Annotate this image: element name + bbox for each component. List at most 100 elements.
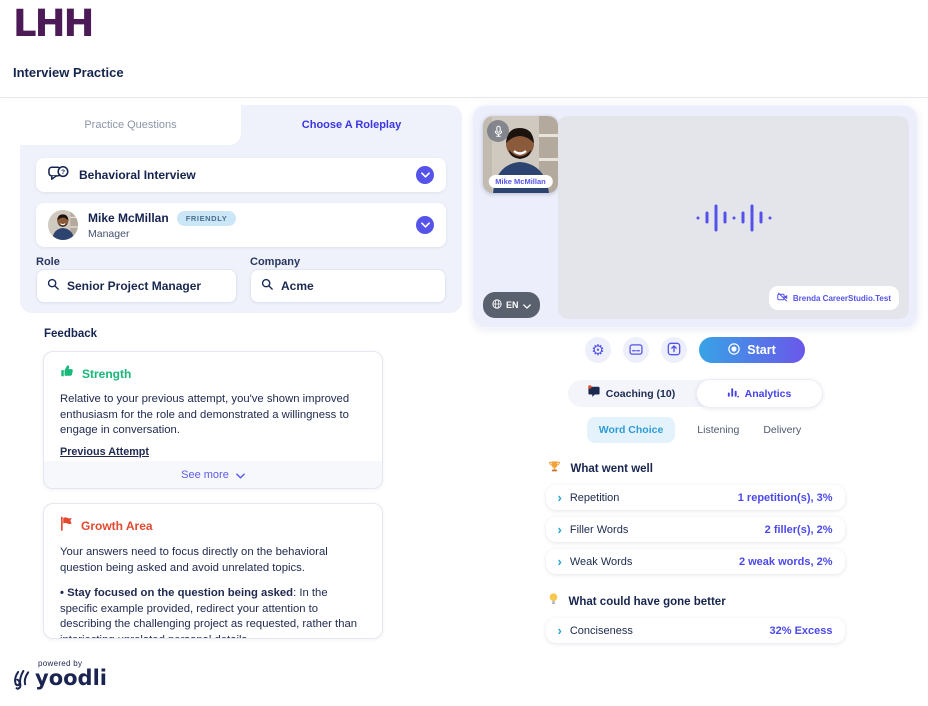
gone-better-heading: What could have gone better xyxy=(569,596,726,608)
bot-name-label: Brenda CareerStudio.Test xyxy=(793,294,891,303)
metric-row-conciseness[interactable]: › Conciseness 32% Excess xyxy=(546,618,845,643)
see-more-label: See more xyxy=(181,469,229,481)
yoodli-mark-icon xyxy=(12,668,31,696)
persona-selector[interactable]: Mike McMillan FRIENDLY Manager xyxy=(36,203,446,247)
metric-row-filler-words[interactable]: › Filler Words 2 filler(s), 2% xyxy=(546,517,845,542)
chat-bubbles-icon: ? xyxy=(48,165,69,186)
metric-label: Repetition xyxy=(570,492,620,504)
company-field-label: Company xyxy=(250,256,300,268)
metric-label: Filler Words xyxy=(570,524,628,536)
mic-icon[interactable] xyxy=(487,120,509,142)
see-more-button[interactable]: See more xyxy=(44,461,382,488)
growth-bullet: • Stay focused on the question being ask… xyxy=(60,586,366,639)
video-card: Mike McMillan Brenda CareerStudio.Test xyxy=(472,105,918,328)
flag-icon xyxy=(60,516,73,536)
role-input-wrap xyxy=(36,269,237,303)
camera-off-icon xyxy=(777,289,788,307)
globe-icon xyxy=(492,296,502,314)
subtab-word-choice[interactable]: Word Choice xyxy=(587,417,676,443)
analytics-bars-icon xyxy=(727,385,739,403)
metric-row-repetition[interactable]: › Repetition 1 repetition(s), 3% xyxy=(546,485,845,510)
lhh-logo: LHH xyxy=(13,2,93,45)
search-icon xyxy=(261,277,273,295)
strength-card: Strength Relative to your previous attem… xyxy=(43,351,383,489)
notification-dot xyxy=(588,385,591,388)
persona-info: Mike McMillan FRIENDLY Manager xyxy=(88,211,236,240)
chevron-right-icon: › xyxy=(558,624,562,637)
metric-value: 32% Excess xyxy=(770,625,833,637)
chevron-down-icon[interactable] xyxy=(416,166,434,184)
persona-role: Manager xyxy=(88,228,236,240)
coaching-chat-icon xyxy=(588,385,600,403)
record-icon xyxy=(728,343,740,358)
company-input[interactable] xyxy=(281,279,435,293)
chevron-down-icon xyxy=(523,296,531,314)
scenario-selector[interactable]: ? Behavioral Interview xyxy=(36,158,446,192)
feedback-heading: Feedback xyxy=(44,328,97,340)
gone-better-section: What could have gone better › Concisenes… xyxy=(546,592,845,643)
metric-value: 2 weak words, 2% xyxy=(739,556,833,568)
yoodli-wordmark: yoodli xyxy=(35,668,107,689)
strength-body: Relative to your previous attempt, you'v… xyxy=(60,392,366,439)
role-input[interactable] xyxy=(67,279,226,293)
captions-button[interactable] xyxy=(623,337,649,363)
participant-name-pill: Mike McMillan xyxy=(488,175,552,188)
chevron-down-icon xyxy=(236,466,245,484)
captions-icon xyxy=(629,343,643,358)
metric-label: Weak Words xyxy=(570,556,633,568)
strength-title: Strength xyxy=(82,367,131,381)
went-well-section: What went well › Repetition 1 repetition… xyxy=(546,460,845,574)
metric-row-weak-words[interactable]: › Weak Words 2 weak words, 2% xyxy=(546,549,845,574)
chevron-right-icon: › xyxy=(558,491,562,504)
metric-label: Conciseness xyxy=(570,625,633,637)
results-tabbar: Coaching (10) Analytics xyxy=(568,380,823,407)
waveform-icon xyxy=(696,204,771,231)
start-label: Start xyxy=(747,343,775,357)
tab-coaching[interactable]: Coaching (10) xyxy=(568,380,696,407)
share-button[interactable] xyxy=(661,337,687,363)
share-icon xyxy=(667,342,681,359)
growth-title: Growth Area xyxy=(81,519,153,533)
previous-attempt-link[interactable]: Previous Attempt xyxy=(60,446,149,458)
friendly-badge: FRIENDLY xyxy=(177,211,237,226)
chevron-right-icon: › xyxy=(558,523,562,536)
subtab-delivery[interactable]: Delivery xyxy=(761,417,803,443)
analytics-subtabs: Word Choice Listening Delivery xyxy=(472,417,918,443)
lightbulb-icon xyxy=(548,592,559,611)
svg-text:?: ? xyxy=(61,168,65,175)
video-stage: Brenda CareerStudio.Test xyxy=(558,116,909,319)
session-controls-column: ⚙ xyxy=(472,337,918,643)
roleplay-setup-panel: Practice Questions Choose A Roleplay ? B… xyxy=(20,105,462,313)
metric-value: 2 filler(s), 2% xyxy=(765,524,833,536)
coaching-tab-label: Coaching (10) xyxy=(606,388,675,400)
start-button[interactable]: Start xyxy=(699,337,805,363)
metric-value: 1 repetition(s), 3% xyxy=(738,492,833,504)
company-input-wrap xyxy=(250,269,446,303)
powered-by-yoodli: powered by yoodli xyxy=(12,659,107,696)
thumbs-up-icon xyxy=(60,364,74,383)
webcam-thumbnail: Mike McMillan xyxy=(483,116,558,193)
growth-area-card: Growth Area Your answers need to focus d… xyxy=(43,503,383,639)
language-selector[interactable]: EN xyxy=(483,292,540,318)
analytics-tab-label: Analytics xyxy=(745,388,792,400)
controls-row: ⚙ xyxy=(472,337,918,363)
growth-body: Your answers need to focus directly on t… xyxy=(60,545,366,576)
tab-practice-questions[interactable]: Practice Questions xyxy=(20,105,241,145)
gear-icon: ⚙ xyxy=(591,343,604,358)
tab-analytics[interactable]: Analytics xyxy=(696,379,823,408)
trophy-icon xyxy=(548,460,561,478)
setup-tabbar: Practice Questions Choose A Roleplay xyxy=(20,105,462,145)
settings-button[interactable]: ⚙ xyxy=(585,337,611,363)
bot-name-pill: Brenda CareerStudio.Test xyxy=(769,286,899,310)
avatar xyxy=(48,210,78,240)
persona-name: Mike McMillan xyxy=(88,211,169,225)
chevron-down-icon[interactable] xyxy=(416,216,434,234)
chevron-right-icon: › xyxy=(558,555,562,568)
tab-choose-a-roleplay[interactable]: Choose A Roleplay xyxy=(241,105,462,145)
scenario-label: Behavioral Interview xyxy=(79,168,196,182)
subtab-listening[interactable]: Listening xyxy=(695,417,741,443)
went-well-heading: What went well xyxy=(571,463,653,475)
language-label: EN xyxy=(506,300,519,310)
growth-bullet-bold: • Stay focused on the question being ask… xyxy=(60,587,293,599)
page-title: Interview Practice xyxy=(13,65,124,80)
